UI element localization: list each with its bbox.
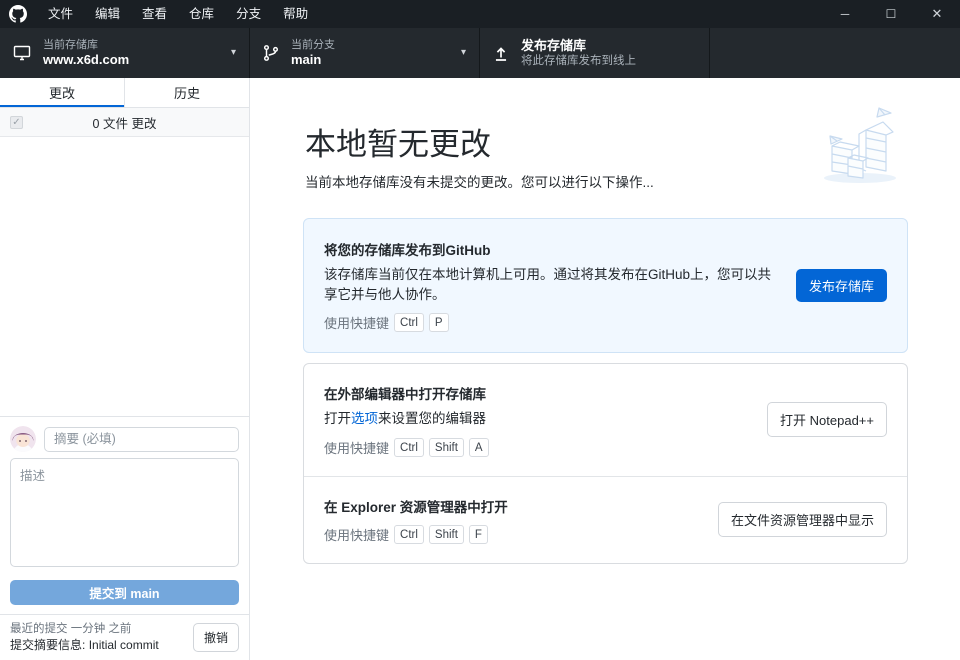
changed-files-header: ✓ 0 文件 更改 [0,108,249,137]
github-desktop-window: 文件 编辑 查看 仓库 分支 帮助 ─ ☐ ✕ 当前存储库 www.x6d.co… [0,0,960,660]
key-ctrl: Ctrl [394,525,424,544]
chevron-down-icon: ▾ [231,47,236,58]
changes-list-empty [0,137,249,416]
current-repository-dropdown[interactable]: 当前存储库 www.x6d.com ▾ [0,28,250,78]
explorer-shortcut: 使用快捷键 Ctrl Shift F [324,525,698,544]
no-changes-view: 本地暂无更改 当前本地存储库没有未提交的更改。您可以进行以下操作... [250,78,960,660]
tab-changes[interactable]: 更改 [0,78,125,107]
publish-card-body: 该存储库当前仅在本地计算机上可用。通过将其发布在GitHub上，您可以共享它并与… [324,265,776,304]
commit-form: 提交到 main [0,416,249,614]
key-shift: Shift [429,525,464,544]
explorer-card-title: 在 Explorer 资源管理器中打开 [324,496,698,516]
menu-item-branch[interactable]: 分支 [225,0,272,28]
recent-commit-summary: 提交摘要信息: Initial commit [10,637,159,653]
minimize-icon[interactable]: ─ [822,0,868,28]
sidebar: 更改 历史 ✓ 0 文件 更改 [0,78,250,660]
page-title: 本地暂无更改 [305,128,905,162]
key-a: A [469,438,489,457]
publish-title: 发布存储库 [521,38,636,54]
current-branch-dropdown[interactable]: 当前分支 main ▾ [250,28,480,78]
repo-name: www.x6d.com [43,52,129,68]
key-f: F [469,525,488,544]
key-ctrl: Ctrl [394,438,424,457]
key-shift: Shift [429,438,464,457]
publish-repository-button[interactable]: 发布存储库 [796,269,887,302]
page-subtitle: 当前本地存储库没有未提交的更改。您可以进行以下操作... [305,171,905,191]
select-all-checkbox[interactable]: ✓ [10,116,23,129]
close-icon[interactable]: ✕ [914,0,960,28]
paper-stack-illustration [816,98,908,191]
key-p: P [429,313,449,332]
toolbar: 当前存储库 www.x6d.com ▾ 当前分支 main ▾ [0,28,960,78]
undo-button[interactable]: 撤销 [193,623,239,652]
menu-item-help[interactable]: 帮助 [272,0,319,28]
files-changed-count: 0 文件 更改 [23,113,239,132]
computer-icon [12,43,32,63]
open-in-explorer-card: 在 Explorer 资源管理器中打开 使用快捷键 Ctrl Shift F 在… [304,476,907,563]
publish-repository-toolbar-button[interactable]: 发布存储库 将此存储库发布到线上 [480,28,710,78]
menu-item-view[interactable]: 查看 [131,0,178,28]
open-notepad-button[interactable]: 打开 Notepad++ [767,402,887,437]
recent-commit-panel: 最近的提交 一分钟 之前 提交摘要信息: Initial commit 撤销 [0,614,249,660]
titlebar: 文件 编辑 查看 仓库 分支 帮助 ─ ☐ ✕ [0,0,960,28]
repo-label: 当前存储库 [43,38,129,52]
recent-commit-time: 最近的提交 一分钟 之前 [10,622,159,637]
editor-shortcut: 使用快捷键 Ctrl Shift A [324,438,747,457]
commit-to-main-button[interactable]: 提交到 main [10,580,239,605]
publish-card: 将您的存储库发布到GitHub 该存储库当前仅在本地计算机上可用。通过将其发布在… [303,218,908,353]
github-logo-icon [9,5,27,23]
git-branch-icon [262,44,280,62]
chevron-down-icon: ▾ [461,47,466,58]
commit-summary-input[interactable] [44,427,239,452]
key-ctrl: Ctrl [394,313,424,332]
publish-card-title: 将您的存储库发布到GitHub [324,239,776,259]
sidebar-tabs: 更改 历史 [0,78,249,108]
actions-card-group: 在外部编辑器中打开存储库 打开选项来设置您的编辑器 使用快捷键 Ctrl Shi… [303,363,908,564]
avatar [10,426,36,452]
menu-item-file[interactable]: 文件 [37,0,84,28]
branch-label: 当前分支 [291,38,335,52]
menu-item-edit[interactable]: 编辑 [84,0,131,28]
maximize-icon[interactable]: ☐ [868,0,914,28]
upload-icon [492,44,510,62]
tab-history[interactable]: 历史 [125,78,249,107]
show-in-explorer-button[interactable]: 在文件资源管理器中显示 [718,502,887,537]
window-controls: ─ ☐ ✕ [822,0,960,28]
editor-card-body: 打开选项来设置您的编辑器 [324,409,747,429]
branch-name: main [291,52,335,68]
open-in-editor-card: 在外部编辑器中打开存储库 打开选项来设置您的编辑器 使用快捷键 Ctrl Shi… [304,364,907,476]
menu-bar: 文件 编辑 查看 仓库 分支 帮助 [37,0,319,28]
publish-subtitle: 将此存储库发布到线上 [521,54,636,69]
editor-card-title: 在外部编辑器中打开存储库 [324,383,747,403]
menu-item-repository[interactable]: 仓库 [178,0,225,28]
options-link[interactable]: 选项 [351,411,378,426]
commit-description-input[interactable] [10,458,239,567]
publish-shortcut: 使用快捷键 Ctrl P [324,313,776,332]
